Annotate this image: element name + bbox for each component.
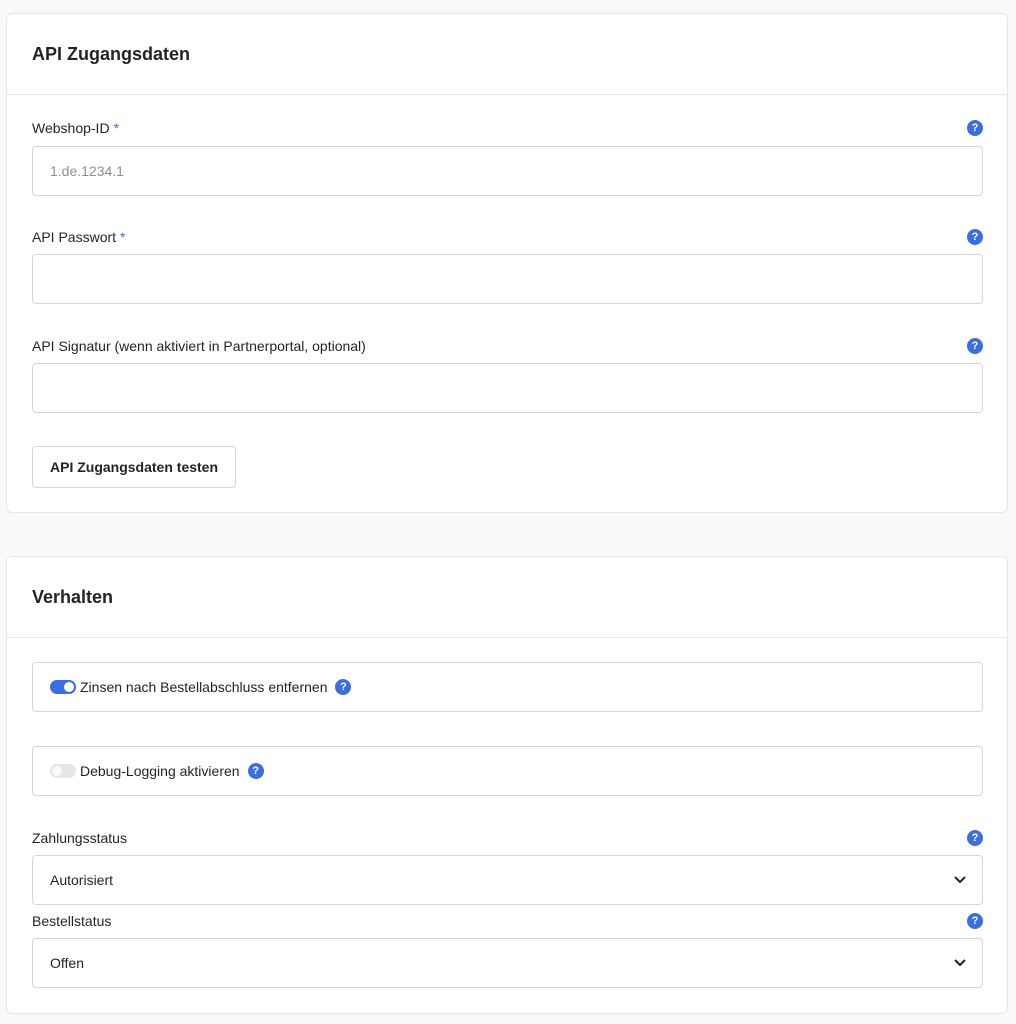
required-marker: * [120, 229, 126, 245]
remove-interest-toggle-row[interactable]: Zinsen nach Bestellabschluss entfernen ? [32, 662, 983, 712]
api-credentials-title: API Zugangsdaten [32, 43, 191, 64]
order-status-value: Offen [50, 955, 84, 971]
webshop-id-label-text: Webshop-ID [32, 120, 110, 136]
api-password-input[interactable] [32, 254, 983, 304]
remove-interest-label: Zinsen nach Bestellabschluss entfernen [80, 679, 328, 695]
required-marker: * [113, 120, 120, 136]
behavior-title: Verhalten [32, 586, 114, 607]
help-glyph: ? [971, 339, 979, 352]
order-status-label: Bestellstatus [32, 913, 112, 929]
help-question-icon[interactable]: ? [967, 338, 983, 354]
help-glyph: ? [971, 121, 979, 134]
help-question-icon[interactable]: ? [967, 913, 983, 929]
behavior-card: Verhalten Zinsen nach Bestellabschluss e… [6, 556, 1008, 1014]
toggle-switch-off[interactable] [50, 764, 76, 778]
toggle-switch-on[interactable] [50, 680, 76, 694]
help-question-icon[interactable]: ? [335, 679, 352, 695]
help-glyph: ? [971, 230, 979, 243]
chevron-down-icon [954, 874, 966, 886]
chevron-down-icon [954, 957, 966, 969]
api-password-label: API Passwort * [32, 229, 125, 245]
help-question-icon[interactable]: ? [967, 229, 983, 245]
payment-status-select[interactable]: Autorisiert [32, 855, 983, 905]
payment-status-value: Autorisiert [50, 872, 114, 888]
debug-logging-toggle-row[interactable]: Debug-Logging aktivieren ? [32, 746, 983, 796]
webshop-id-input[interactable] [32, 146, 983, 196]
order-status-select[interactable]: Offen [32, 938, 983, 988]
api-signature-input[interactable] [32, 363, 983, 413]
api-signature-label: API Signatur (wenn aktiviert in Partnerp… [32, 338, 366, 354]
api-password-label-text: API Passwort [32, 229, 117, 245]
help-glyph: ? [971, 914, 979, 927]
api-credentials-card: API Zugangsdaten Webshop-ID* ? API Passw… [6, 13, 1008, 513]
test-credentials-button[interactable]: API Zugangsdaten testen [32, 446, 237, 488]
payment-status-label: Zahlungsstatus [32, 830, 127, 846]
behavior-header: Verhalten [7, 557, 1007, 638]
webshop-id-label: Webshop-ID * [32, 120, 119, 136]
api-credentials-header: API Zugangsdaten [7, 14, 1007, 95]
help-glyph: ? [252, 764, 259, 777]
toggle-knob [64, 682, 74, 692]
toggle-knob [52, 766, 62, 776]
help-question-icon[interactable]: ? [967, 830, 983, 846]
help-question-icon[interactable]: ? [967, 120, 983, 136]
help-question-icon[interactable]: ? [247, 763, 264, 779]
debug-logging-label: Debug-Logging aktivieren [80, 763, 240, 779]
help-glyph: ? [971, 831, 979, 844]
help-glyph: ? [340, 680, 347, 693]
